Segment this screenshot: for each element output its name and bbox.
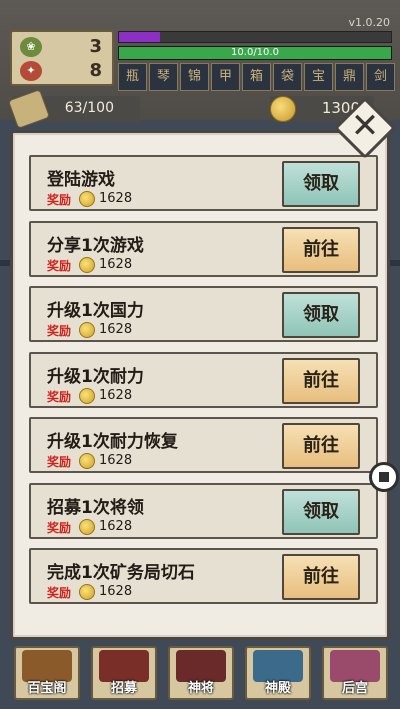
nav-item[interactable]: 招募 [91,646,157,700]
go-button[interactable]: 前往 [282,423,360,469]
task-title: 分享1次游戏 [47,235,144,256]
reward-label: 奖励 [47,193,72,207]
nav-label: 百宝阁 [27,681,67,696]
nav-label: 后宫 [341,681,368,696]
equipment-slot[interactable]: 鼎 [335,63,364,91]
reward-amount: 1628 [99,387,133,403]
equipment-slot[interactable]: 宝 [304,63,333,91]
reward-amount: 1628 [99,191,133,206]
go-button[interactable]: 前往 [282,357,360,404]
equipment-row: 瓶琴锦甲箱袋宝鼎剑 [118,63,396,91]
task-title: 登陆游戏 [47,170,115,190]
nav-item[interactable]: 后宫 [322,646,388,700]
coin-icon [79,453,95,469]
task-row: 完成1次矿务局切石奖励 1628 前往 [29,548,378,604]
equipment-slot[interactable]: 甲 [211,63,240,91]
experience-bar-fill [119,32,160,42]
equipment-slot[interactable]: 箱 [242,63,271,91]
stat-leaf-value: 3 [89,36,102,57]
coin-icon [79,387,95,404]
equipment-slot[interactable]: 袋 [273,63,302,91]
reward-label: 奖励 [47,455,72,469]
reward-label: 奖励 [47,586,72,600]
bottom-navigation: 百宝阁 招募 神将 神殿 后宫 [0,640,400,709]
stat-row-leaf: ❀ 3 [18,36,108,58]
reward-label: 奖励 [47,324,72,338]
coin-icon [79,191,95,207]
stat-row-seal: ✦ 8 [18,60,108,82]
scroll-counter: 63/100 [7,89,140,129]
close-icon[interactable]: ✕ [343,104,387,148]
reward-label: 奖励 [47,389,72,404]
task-row: 升级1次耐力恢复奖励 1628 前往 [29,417,378,473]
task-dialog: 登陆游戏 奖励 1628 领取 分享1次游戏 奖励 1628 前往 升级1次国力 奖励 1628 领取… [10,130,390,640]
reward-amount: 1628 [99,584,133,599]
task-row: 升级1次国力奖励 1628 领取 [29,286,378,342]
claim-button[interactable]: 领取 [282,488,360,535]
health-text: 10.0/10.0 [231,47,279,58]
reward-label: 奖励 [47,258,72,273]
coin-icon [79,518,95,535]
leaf-icon: ❀ [20,37,42,57]
task-title: 升级1次耐力 [47,366,144,387]
task-row: 招募1次将领奖励 1628 领取 [29,482,378,539]
reward-amount: 1628 [99,518,133,534]
nav-item[interactable]: 百宝阁 [14,646,80,700]
seal-icon: ✦ [20,61,42,81]
nav-item[interactable]: 神将 [168,646,234,700]
equipment-slot[interactable]: 瓶 [118,63,147,91]
task-title: 升级1次耐力恢复 [47,432,178,452]
task-row: 登陆游戏奖励 1628 领取 [29,155,378,211]
version-label: v1.0.20 [348,16,391,29]
task-title: 招募1次将领 [47,497,144,518]
coin-icon [270,96,296,122]
claim-button[interactable]: 领取 [282,292,360,338]
reward-amount: 1628 [99,256,133,272]
nav-label: 招募 [110,681,137,696]
task-title: 升级1次国力 [47,301,144,321]
reward-amount: 1628 [99,453,133,468]
reward-amount: 1628 [99,322,133,337]
scroll-counter-text: 63/100 [64,100,114,116]
stats-panel: ❀ 3 ✦ 8 [10,30,114,86]
task-row: 升级1次耐力奖励 1628 前往 [29,351,378,408]
task-row: 分享1次游戏奖励 1628 前往 [29,220,378,277]
reward-label: 奖励 [47,520,72,535]
experience-bar [118,31,392,43]
task-title: 完成1次矿务局切石 [47,563,195,583]
side-pull-tab[interactable] [369,462,399,492]
equipment-slot[interactable]: 琴 [149,63,178,91]
side-tab-icon [379,472,389,482]
coin-icon [79,584,95,600]
equipment-slot[interactable]: 锦 [180,63,209,91]
claim-button[interactable]: 领取 [282,161,360,207]
coin-icon [79,322,95,338]
stat-seal-value: 8 [89,60,102,81]
go-button[interactable]: 前往 [282,226,360,273]
health-bar: 10.0/10.0 [118,46,392,60]
equipment-slot[interactable]: 剑 [366,63,395,91]
nav-label: 神将 [187,681,214,696]
coin-icon [79,256,95,273]
go-button[interactable]: 前往 [282,554,360,600]
nav-item[interactable]: 神殿 [245,646,311,700]
nav-label: 神殿 [264,681,291,696]
